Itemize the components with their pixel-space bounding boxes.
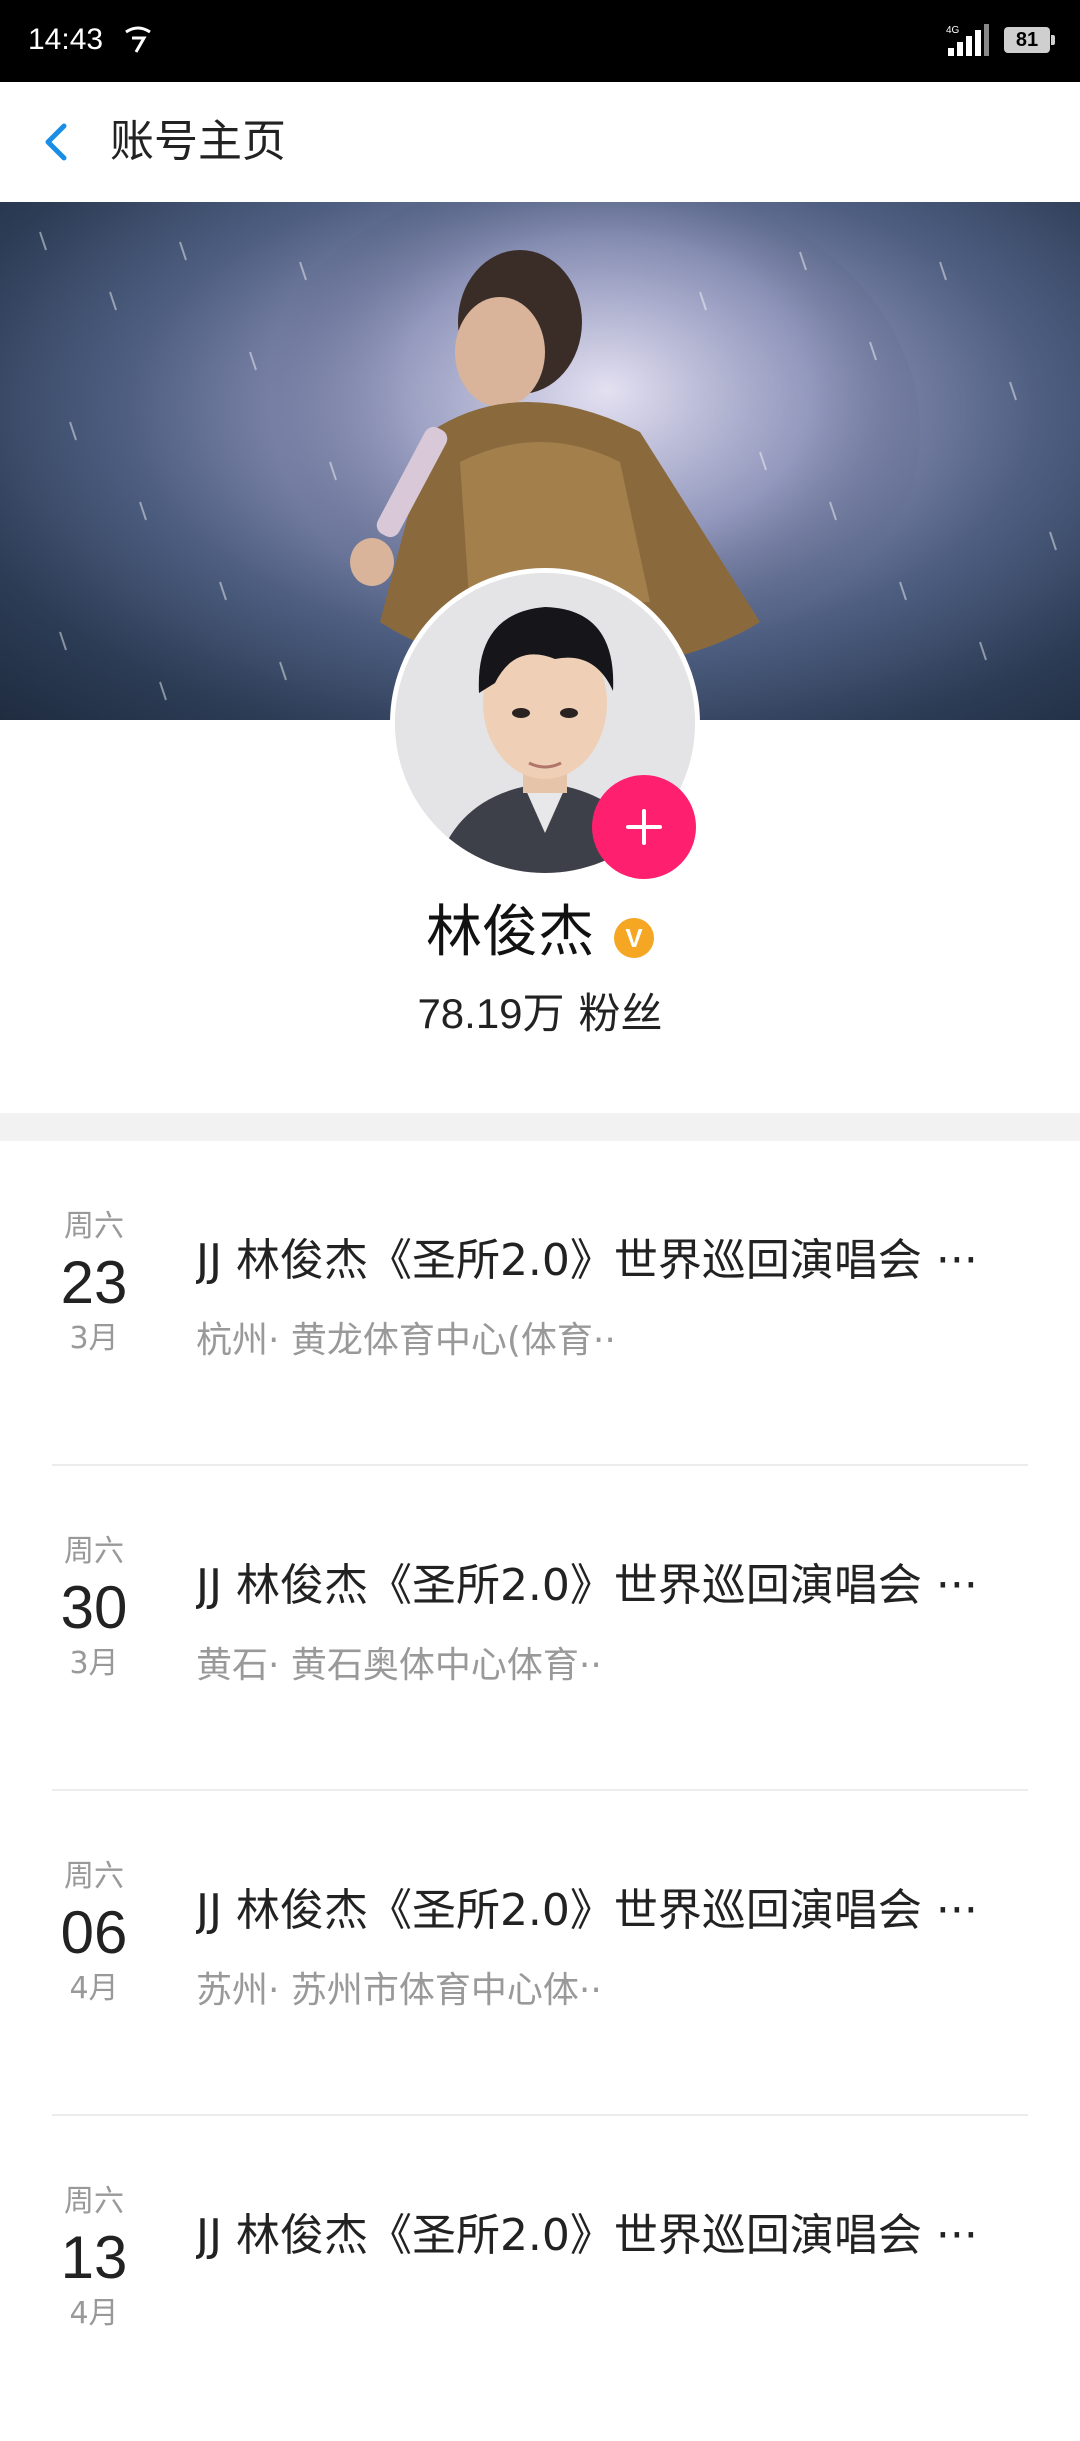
battery-icon: 81 (1004, 27, 1055, 53)
fans-count-row: 78.19万 粉丝 (0, 984, 1080, 1044)
event-day: 23 (60, 1249, 128, 1316)
event-venue: 苏州· 苏州市体育中心体·· (196, 1970, 602, 2011)
section-divider (0, 1113, 1080, 1141)
profile-name-row: 林俊杰 V (0, 895, 1080, 971)
event-date: 周六 30 3月 (44, 1532, 144, 1684)
event-weekday: 周六 (64, 1209, 124, 1244)
event-venue: 黄石· 黄石奥体中心体育·· (196, 1645, 602, 1686)
event-date: 周六 23 3月 (44, 1207, 144, 1359)
fans-count: 78.19万 (417, 990, 565, 1037)
plus-icon (626, 809, 662, 845)
profile-name: 林俊杰 (426, 900, 594, 965)
event-venue: 杭州· 黄龙体育中心(体育·· (196, 1320, 616, 1361)
event-month: 4月 (69, 1971, 119, 2006)
status-indicators: 4G 81 (946, 22, 1055, 58)
event-weekday: 周六 (64, 2184, 124, 2219)
event-month: 3月 (69, 1321, 119, 1356)
event-day: 30 (60, 1574, 128, 1641)
event-title: JJ 林俊杰《圣所2.0》世界巡回演唱会 ··· (196, 1560, 978, 1611)
event-day: 06 (60, 1899, 128, 1966)
event-date: 周六 06 4月 (44, 1857, 144, 2009)
event-weekday: 周六 (64, 1534, 124, 1569)
list-item[interactable]: 周六 13 4月 JJ 林俊杰《圣所2.0》世界巡回演唱会 ··· (0, 2116, 1080, 2441)
event-title: JJ 林俊杰《圣所2.0》世界巡回演唱会 ··· (196, 1885, 978, 1936)
page-title: 账号主页 (110, 116, 286, 167)
event-month: 4月 (69, 2296, 119, 2331)
fans-label: 粉丝 (578, 989, 663, 1038)
event-weekday: 周六 (64, 1859, 124, 1894)
event-month: 3月 (69, 1646, 119, 1681)
network-label: 4G (946, 25, 960, 36)
carrier-icon (125, 26, 151, 53)
status-time: 14:43 (28, 23, 104, 56)
back-button[interactable] (28, 112, 88, 172)
follow-button[interactable] (592, 775, 696, 879)
app-header: 账号主页 (0, 82, 1080, 202)
list-item[interactable]: 周六 23 3月 JJ 林俊杰《圣所2.0》世界巡回演唱会 ··· 杭州· 黄龙… (0, 1141, 1080, 1466)
signal-icon: 4G (946, 24, 989, 56)
list-item[interactable]: 周六 06 4月 JJ 林俊杰《圣所2.0》世界巡回演唱会 ··· 苏州· 苏州… (0, 1791, 1080, 2116)
status-bar: 14:43 4G 81 (0, 0, 1080, 82)
list-item[interactable]: 周六 30 3月 JJ 林俊杰《圣所2.0》世界巡回演唱会 ··· 黄石· 黄石… (0, 1466, 1080, 1791)
event-title: JJ 林俊杰《圣所2.0》世界巡回演唱会 ··· (196, 1235, 978, 1286)
event-title: JJ 林俊杰《圣所2.0》世界巡回演唱会 ··· (196, 2210, 978, 2261)
event-date: 周六 13 4月 (44, 2182, 144, 2334)
chevron-left-icon (45, 123, 67, 161)
verified-badge-icon: V (614, 918, 654, 958)
event-day: 13 (60, 2224, 128, 2291)
